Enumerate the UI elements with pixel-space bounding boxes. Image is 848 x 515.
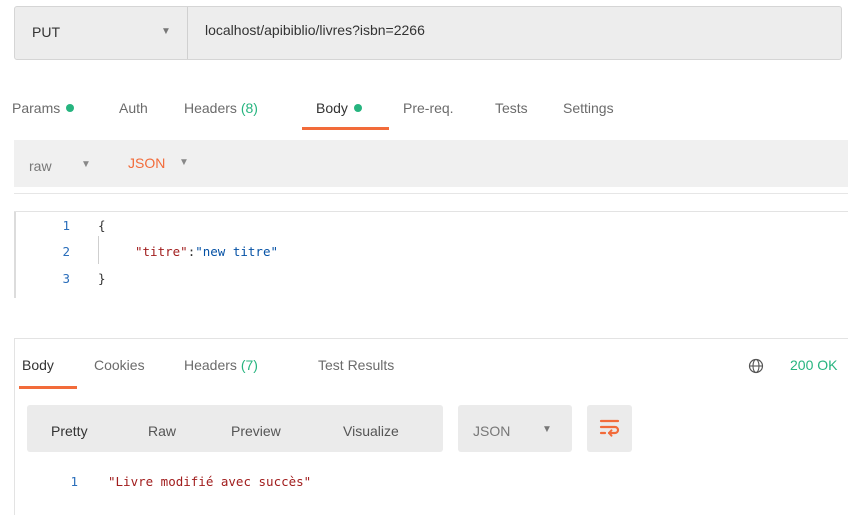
editor-border: [14, 211, 848, 212]
response-line-number: 1: [70, 474, 78, 489]
globe-icon[interactable]: [748, 358, 764, 374]
tab-body-label: Body: [316, 100, 348, 116]
params-indicator-dot: [66, 104, 75, 112]
tab-auth[interactable]: Auth: [119, 100, 148, 116]
view-mode-pretty[interactable]: Pretty: [51, 423, 88, 439]
line-number: 2: [62, 244, 70, 259]
response-format-label: JSON: [473, 423, 511, 439]
response-divider: [14, 338, 848, 339]
response-status[interactable]: 200 OK: [790, 357, 837, 373]
json-key: "titre": [135, 244, 188, 259]
response-tab-headers[interactable]: Headers (7): [184, 357, 258, 373]
response-border: [14, 339, 15, 515]
url-input[interactable]: localhost/apibiblio/livres?isbn=2266: [205, 22, 425, 38]
view-mode-raw[interactable]: Raw: [148, 423, 176, 439]
active-tab-underline: [302, 127, 389, 130]
response-tab-test-results[interactable]: Test Results: [318, 357, 394, 373]
response-tab-body[interactable]: Body: [22, 357, 54, 373]
tab-params[interactable]: Params: [12, 100, 75, 116]
tab-tests[interactable]: Tests: [495, 100, 528, 116]
body-mode-select[interactable]: raw: [29, 158, 52, 174]
body-format-select[interactable]: JSON: [128, 155, 165, 171]
request-url-bar: PUT ▼ localhost/apibiblio/livres?isbn=22…: [14, 6, 842, 60]
headers-count: (8): [240, 100, 258, 116]
tab-headers-label: Headers: [184, 100, 237, 116]
json-value: "new titre": [195, 244, 279, 259]
tab-prereq[interactable]: Pre-req.: [403, 100, 454, 116]
tab-body[interactable]: Body: [316, 100, 362, 116]
chevron-down-icon[interactable]: ▼: [81, 159, 91, 170]
line-number: 3: [62, 271, 70, 286]
indent-guide: [98, 236, 99, 264]
response-tab-headers-label: Headers: [184, 357, 237, 373]
divider: [14, 193, 848, 194]
line-number: 1: [62, 218, 70, 233]
json-open-brace[interactable]: {: [98, 218, 106, 233]
chevron-down-icon: ▼: [542, 424, 552, 435]
chevron-down-icon: ▼: [161, 26, 171, 37]
wrap-lines-icon: [599, 419, 620, 437]
method-select[interactable]: PUT ▼: [15, 7, 188, 59]
view-mode-visualize[interactable]: Visualize: [343, 423, 399, 439]
json-property-line[interactable]: "titre":"new titre": [135, 244, 278, 259]
chevron-down-icon[interactable]: ▼: [179, 157, 189, 168]
response-headers-count: (7): [240, 357, 258, 373]
body-indicator-dot: [353, 104, 362, 112]
response-active-tab-underline: [19, 386, 77, 389]
response-body-text[interactable]: "Livre modifié avec succès": [108, 474, 311, 489]
tab-params-label: Params: [12, 100, 61, 116]
editor-gutter-border: [14, 212, 16, 298]
method-label: PUT: [32, 24, 60, 40]
view-mode-preview[interactable]: Preview: [231, 423, 281, 439]
response-tab-cookies[interactable]: Cookies: [94, 357, 145, 373]
tab-settings[interactable]: Settings: [563, 100, 614, 116]
tab-headers[interactable]: Headers (8): [184, 100, 258, 116]
json-close-brace[interactable]: }: [98, 271, 106, 286]
